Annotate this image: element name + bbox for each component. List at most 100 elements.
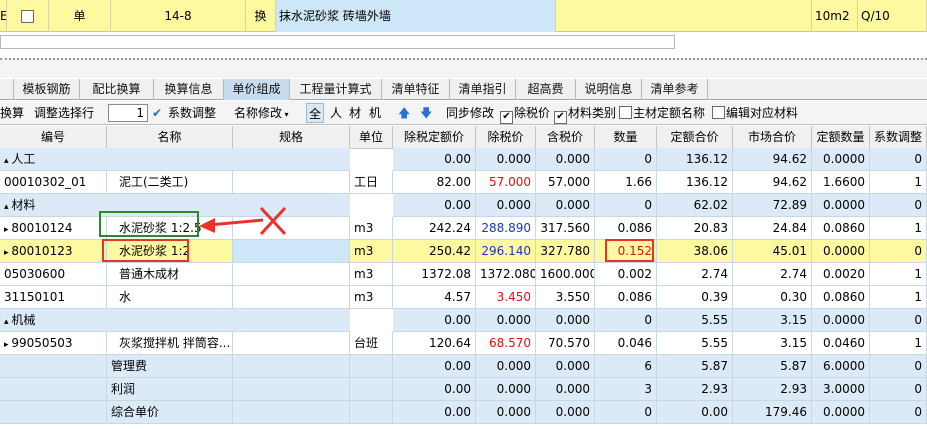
cell-quota-quantity[interactable]: 0.0460 xyxy=(812,332,870,355)
cell-quota-quantity[interactable]: 0.0860 xyxy=(812,217,870,240)
cell-unit[interactable]: m3 xyxy=(350,240,393,263)
cell-coef-adjust[interactable]: 0 xyxy=(870,401,927,424)
row-checkbox[interactable] xyxy=(20,10,34,23)
cell-quantity[interactable]: 3 xyxy=(595,378,657,401)
cell-quota-total[interactable]: 2.93 xyxy=(657,378,733,401)
cell-code[interactable]: 00010302_01 xyxy=(0,171,107,194)
cell-name[interactable]: 水泥砂浆 1:2 xyxy=(107,240,233,263)
cell-quota-total[interactable]: 5.55 xyxy=(657,309,733,332)
table-row[interactable]: 综合单价 0.00 0.000 0.000 0 0.00 179.46 0.0000 0 xyxy=(0,401,927,424)
filter-machine-button[interactable]: 机 xyxy=(369,101,381,125)
cell-spec[interactable] xyxy=(233,378,350,401)
cell-unit[interactable]: m3 xyxy=(350,217,393,240)
cell-tax-excl-price[interactable]: 296.140 xyxy=(476,240,536,263)
cell-tax-excl-price[interactable]: 3.450 xyxy=(476,286,536,309)
cell-coef-adjust[interactable]: 1 xyxy=(870,286,927,309)
exclude-tax-checkbox[interactable]: ✔ xyxy=(500,111,513,124)
cell-tax-excl-quota-price[interactable]: 82.00 xyxy=(393,171,476,194)
cell-spec[interactable] xyxy=(233,217,350,240)
cell-code[interactable]: ▸ 99050503 xyxy=(0,332,107,355)
cell-quota-total[interactable]: 38.06 xyxy=(657,240,733,263)
cell-tax-excl-price[interactable]: 0.000 xyxy=(476,309,536,332)
cell-tax-excl-quota-price[interactable]: 0.00 xyxy=(393,355,476,378)
column-header-coef-adjust[interactable]: 系数调整 xyxy=(870,126,927,149)
cell-quantity[interactable]: 0.002 xyxy=(595,263,657,286)
cell-market-total[interactable]: 179.46 xyxy=(733,401,812,424)
cell-quota-quantity[interactable]: 0.0000 xyxy=(812,240,870,263)
main-quota-name-checkbox[interactable] xyxy=(619,106,632,119)
cell-tax-incl-price[interactable]: 1600.000 xyxy=(536,263,595,286)
table-row[interactable]: ▸ 80010123 水泥砂浆 1:2 m3 250.42 296.140 327.780… xyxy=(0,240,927,263)
column-header-quantity[interactable]: 数量 xyxy=(595,126,657,149)
cell-tax-incl-price[interactable]: 0.000 xyxy=(536,378,595,401)
quota-code[interactable]: 14-8 xyxy=(111,0,246,32)
column-header-quota-quantity[interactable]: 定额数量 xyxy=(812,126,870,149)
column-header-spec[interactable]: 规格 xyxy=(233,126,350,149)
cell-tax-excl-price[interactable]: 1372.080 xyxy=(476,263,536,286)
adjust-value-input[interactable]: 1 xyxy=(108,104,148,122)
cell-coef-adjust[interactable]: 1 xyxy=(870,332,927,355)
cell-quota-total[interactable]: 5.87 xyxy=(657,355,733,378)
table-row[interactable]: 00010302_01 泥工(二类工) 工日 82.00 57.000 57.000 1.6… xyxy=(0,171,927,194)
column-header-code[interactable]: 编号 xyxy=(0,126,107,149)
cell-tax-incl-price[interactable]: 317.560 xyxy=(536,217,595,240)
row-checkbox-cell[interactable] xyxy=(7,0,49,32)
tab-conversion-info[interactable]: 换算信息 xyxy=(154,79,224,100)
cell-unit[interactable]: m3 xyxy=(350,286,393,309)
coef-adjust-button[interactable]: 系数调整 xyxy=(168,101,216,125)
table-row[interactable]: 05030600 普通木成材 m3 1372.08 1372.080 1600.000 0.… xyxy=(0,263,927,286)
cell-unit[interactable] xyxy=(350,401,393,424)
cell-market-total[interactable]: 2.74 xyxy=(733,263,812,286)
tab-description[interactable]: 说明信息 xyxy=(576,79,642,100)
cell-quota-quantity[interactable]: 0.0860 xyxy=(812,286,870,309)
tab-bill-reference[interactable]: 清单参考 xyxy=(642,79,708,100)
cell-quota-total[interactable]: 20.83 xyxy=(657,217,733,240)
cell-spec[interactable] xyxy=(233,286,350,309)
cell-quota-quantity[interactable]: 6.0000 xyxy=(812,355,870,378)
cell-code[interactable]: 05030600 xyxy=(0,263,107,286)
cell-quantity[interactable]: 0.152 xyxy=(595,240,657,263)
cell-quota-total[interactable]: 2.74 xyxy=(657,263,733,286)
cell-tax-excl-price[interactable]: 0.000 xyxy=(476,194,536,217)
cell-market-total[interactable]: 0.30 xyxy=(733,286,812,309)
cell-name[interactable]: 灰浆搅拌机 拌筒容... xyxy=(107,332,233,355)
cell-name[interactable]: 水泥砂浆 1:2.5 xyxy=(107,217,233,240)
cell-quota-quantity[interactable]: 3.0000 xyxy=(812,378,870,401)
cell-quota-quantity[interactable]: 0.0020 xyxy=(812,263,870,286)
cell-name[interactable]: 利润 xyxy=(107,378,233,401)
cell-quantity[interactable]: 0 xyxy=(595,309,657,332)
cell-coef-adjust[interactable]: 1 xyxy=(870,217,927,240)
cell-market-total[interactable]: 24.84 xyxy=(733,217,812,240)
cell-unit[interactable] xyxy=(350,355,393,378)
cell-unit[interactable]: 台班 xyxy=(350,332,393,355)
tab-mix-conversion[interactable]: 配比换算 xyxy=(80,79,154,100)
edit-material-toggle[interactable]: 编辑对应材料 xyxy=(712,101,798,125)
cell-name[interactable]: 泥工(二类工) xyxy=(107,171,233,194)
cell-quota-total[interactable]: 62.02 xyxy=(657,194,733,217)
convert-button[interactable]: 换算 xyxy=(0,101,24,125)
cell-quantity[interactable]: 0 xyxy=(595,148,657,171)
material-category-checkbox[interactable]: ✔ xyxy=(554,111,567,124)
cell-unit[interactable]: m3 xyxy=(350,263,393,286)
cell-coef-adjust[interactable]: 0 xyxy=(870,194,927,217)
tab-overheight-fee[interactable]: 超高费 xyxy=(516,79,576,100)
cell-market-total[interactable]: 5.87 xyxy=(733,355,812,378)
tab-formwork-rebar[interactable]: 模板钢筋 xyxy=(14,79,80,100)
cell-code[interactable]: ▸ 80010123 xyxy=(0,240,107,263)
cell-tax-incl-price[interactable]: 0.000 xyxy=(536,355,595,378)
name-modify-button[interactable]: 名称修改 ▾ xyxy=(234,101,289,125)
cell-tax-excl-price[interactable]: 0.000 xyxy=(476,355,536,378)
table-row[interactable]: ▸ 80010124 水泥砂浆 1:2.5 m3 242.24 288.890 317.5… xyxy=(0,217,927,240)
cell-code[interactable]: 31150101 xyxy=(0,286,107,309)
cell-code[interactable] xyxy=(0,401,107,424)
cell-tax-excl-quota-price[interactable]: 250.42 xyxy=(393,240,476,263)
cell-tax-excl-quota-price[interactable]: 0.00 xyxy=(393,378,476,401)
cell-name[interactable]: 普通木成材 xyxy=(107,263,233,286)
cell-tax-excl-quota-price[interactable]: 0.00 xyxy=(393,401,476,424)
cell-quota-quantity[interactable]: 0.0000 xyxy=(812,309,870,332)
group-label[interactable]: ▴ 材料 xyxy=(0,194,350,217)
cell-coef-adjust[interactable]: 0 xyxy=(870,378,927,401)
column-header-tax-incl-price[interactable]: 含税价 xyxy=(536,126,595,149)
cell-tax-excl-quota-price[interactable]: 120.64 xyxy=(393,332,476,355)
cell-market-total[interactable]: 94.62 xyxy=(733,171,812,194)
